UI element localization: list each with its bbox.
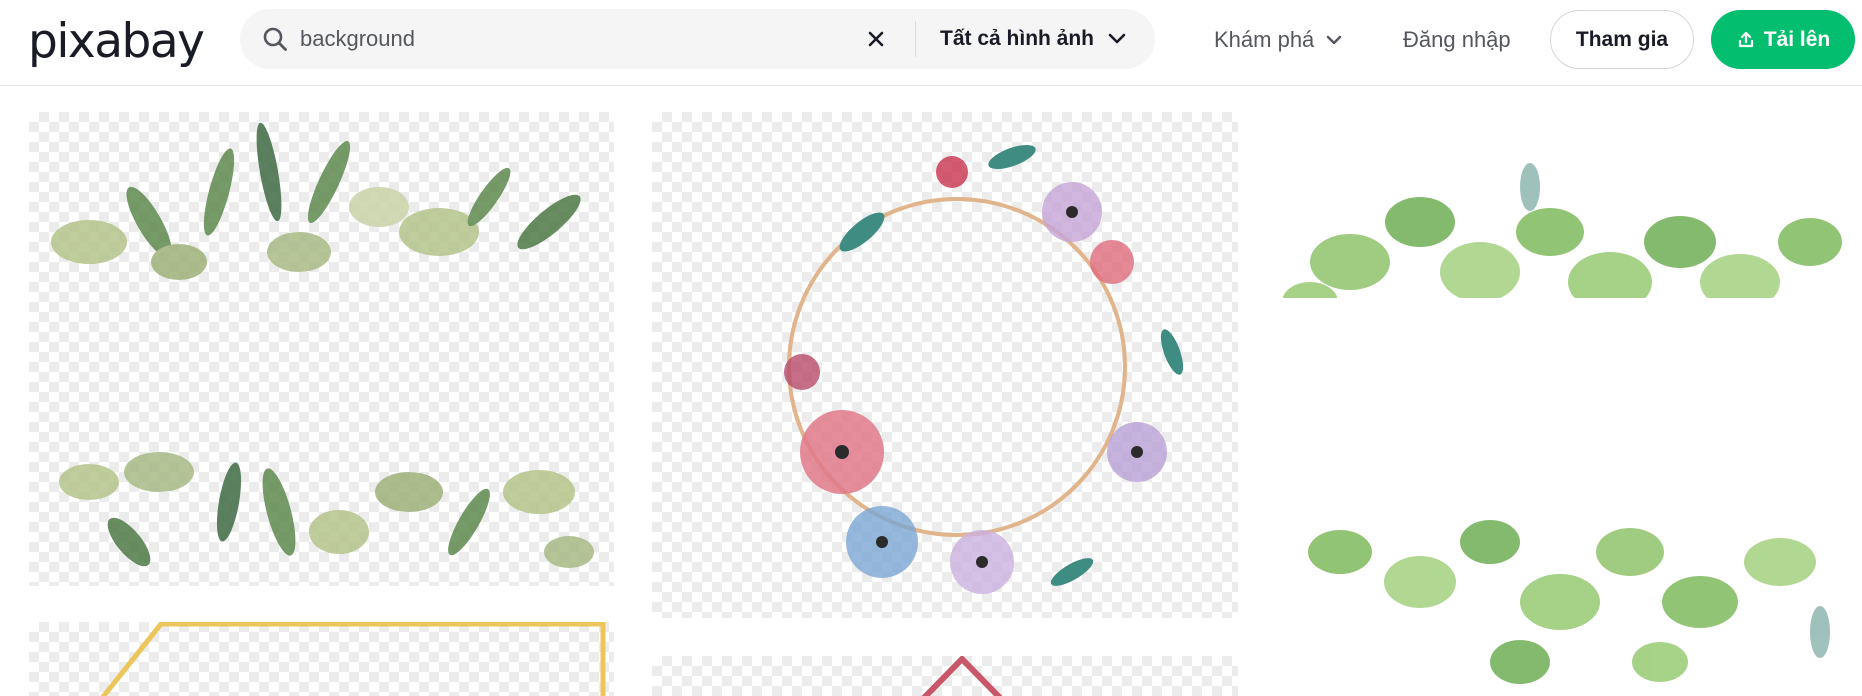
clear-search-button[interactable] <box>860 23 892 55</box>
upload-label: Tải lên <box>1763 27 1831 51</box>
explore-label: Khám phá <box>1214 27 1315 52</box>
search-icon <box>263 27 287 51</box>
chevron-down-icon <box>1327 35 1342 44</box>
result-image-greenery-border[interactable] <box>29 112 614 586</box>
image-type-label: Tất cả hình ảnh <box>940 27 1095 50</box>
join-button[interactable]: Tham gia <box>1550 10 1694 69</box>
wreath-illustration <box>784 144 1184 594</box>
top-navigation-bar: pixabay Tất cả hình ảnh Khám phá Đăng nh… <box>0 0 1862 86</box>
close-icon <box>868 31 884 47</box>
chevron-down-icon <box>1108 33 1126 44</box>
result-image-floral-wreath[interactable] <box>652 112 1238 618</box>
gold-frame-illustration <box>100 622 606 696</box>
pixabay-logo[interactable]: pixabay <box>28 14 205 70</box>
login-link[interactable]: Đăng nhập <box>1403 0 1511 80</box>
upload-button[interactable]: Tải lên <box>1711 10 1855 69</box>
greenery-illustration <box>51 122 594 568</box>
upload-icon <box>1738 31 1753 47</box>
search-bar[interactable]: Tất cả hình ảnh <box>240 9 1155 69</box>
search-divider <box>915 21 916 57</box>
leaves-illustration <box>1280 163 1855 684</box>
explore-menu[interactable]: Khám phá <box>1214 0 1342 80</box>
result-image-gold-frame[interactable] <box>29 622 614 696</box>
pink-frame-illustration <box>921 656 1003 696</box>
result-image-pink-frame[interactable] <box>652 656 1238 696</box>
result-image-green-leaves[interactable] <box>1280 112 1855 696</box>
image-type-dropdown[interactable]: Tất cả hình ảnh <box>940 9 1126 69</box>
